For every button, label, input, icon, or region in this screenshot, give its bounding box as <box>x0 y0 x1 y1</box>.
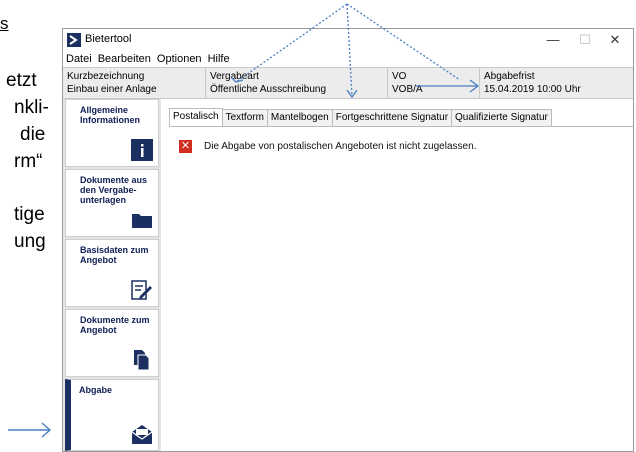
close-button[interactable]: ✕ <box>601 31 629 49</box>
info-vo: VO VOB/A <box>387 68 479 98</box>
title-bar: Bietertool — ☐ ✕ <box>63 29 633 51</box>
message-text: Die Abgabe von postalischen Angeboten is… <box>204 141 477 153</box>
tab-mantelbogen[interactable]: Mantelbogen <box>266 109 333 126</box>
sidebar-item-label: Allgemeine Informationen <box>80 105 140 125</box>
menu-hilfe[interactable]: Hilfe <box>205 51 233 67</box>
main-content: Postalisch Textform Mantelbogen Fortgeschri… <box>163 99 633 451</box>
sidebar: Allgemeine Informationen Dokumente aus d… <box>63 99 161 451</box>
info-label: Kurzbezeichnung <box>67 71 145 82</box>
menu-bearbeiten[interactable]: Bearbeiten <box>95 51 154 67</box>
doc-top-text: s <box>0 14 9 33</box>
info-label: VO <box>392 71 407 82</box>
edit-document-icon <box>131 280 152 300</box>
sidebar-item-label: Dokumente aus den Vergabe-unterlagen <box>80 175 148 205</box>
info-icon <box>131 139 153 161</box>
menu-optionen[interactable]: Optionen <box>154 51 205 67</box>
menu-datei[interactable]: Datei <box>63 51 95 67</box>
info-value: Öffentliche Ausschreibung <box>210 84 327 95</box>
info-message: ✕ Die Abgabe von postalischen Angeboten i… <box>179 140 476 153</box>
sidebar-item-dokumente-angebot[interactable]: Dokumente zum Angebot <box>65 309 159 377</box>
info-label: Abgabefrist <box>484 71 535 82</box>
window-title: Bietertool <box>85 33 132 45</box>
tab-qualifizierte-signatur[interactable]: Qualifizierte Signatur <box>451 109 552 126</box>
error-icon: ✕ <box>179 140 192 153</box>
info-kurzbezeichnung: Kurzbezeichnung Einbau einer Anlage <box>63 68 205 98</box>
doc-line: rm“ <box>14 151 43 172</box>
sidebar-item-dokumente-vergabeunterlagen[interactable]: Dokumente aus den Vergabe-unterlagen <box>65 169 159 237</box>
doc-line: nkli- <box>14 97 49 118</box>
sidebar-item-allgemeine-informationen[interactable]: Allgemeine Informationen <box>65 99 159 167</box>
doc-line: die <box>20 124 46 145</box>
minimize-button[interactable]: — <box>539 31 567 49</box>
tab-postalisch[interactable]: Postalisch <box>169 108 223 127</box>
tab-fortgeschrittene-signatur[interactable]: Fortgeschrittene Signatur <box>331 109 453 126</box>
sidebar-item-basisdaten[interactable]: Basisdaten zum Angebot <box>65 239 159 307</box>
envelope-icon <box>131 425 153 444</box>
menu-bar: Datei Bearbeiten Optionen Hilfe <box>63 51 633 67</box>
documents-icon <box>134 350 150 371</box>
info-vergabeart: Vergabeart Öffentliche Ausschreibung <box>205 68 387 98</box>
folder-icon <box>132 214 152 228</box>
pointer-arrow-icon <box>8 422 52 438</box>
info-value: 15.04.2019 10:00 Uhr <box>484 84 581 95</box>
sidebar-item-label: Basisdaten zum Angebot <box>80 245 149 265</box>
info-value: VOB/A <box>392 84 423 95</box>
maximize-button[interactable]: ☐ <box>571 31 599 49</box>
tab-textform[interactable]: Textform <box>221 109 268 126</box>
doc-line: ung <box>14 231 46 252</box>
sidebar-item-abgabe[interactable]: Abgabe <box>65 379 159 451</box>
sidebar-item-label: Abgabe <box>79 385 113 395</box>
doc-line: etzt <box>6 70 37 91</box>
app-logo-icon <box>67 33 81 47</box>
tab-bar: Postalisch Textform Mantelbogen Fortgeschri… <box>169 108 552 127</box>
tab-divider <box>169 126 633 127</box>
info-value: Einbau einer Anlage <box>67 84 157 95</box>
app-window: Bietertool — ☐ ✕ Datei Bearbeiten Optionen… <box>62 28 634 452</box>
sidebar-item-label: Dokumente zum Angebot <box>80 315 150 335</box>
info-abgabefrist: Abgabefrist 15.04.2019 10:00 Uhr <box>479 68 635 98</box>
doc-line: tige <box>14 204 45 225</box>
tender-info-bar: Kurzbezeichnung Einbau einer Anlage Verg… <box>63 67 633 99</box>
info-label: Vergabeart <box>210 71 259 82</box>
